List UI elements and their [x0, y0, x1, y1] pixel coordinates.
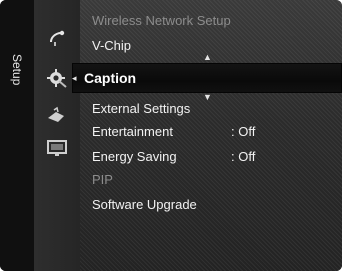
menu-item-wireless-network-setup[interactable]: Wireless Network Setup [92, 10, 231, 32]
setup-menu: Wireless Network Setup V-Chip ▲ ▼ Extern… [80, 0, 342, 271]
scroll-down-arrow[interactable]: ▼ [203, 92, 212, 102]
selected-left-arrow: ◂ [72, 73, 77, 83]
menu-item-pip[interactable]: PIP [92, 169, 113, 191]
menu-item-energy-saving[interactable]: Energy Saving [92, 146, 177, 168]
tv-menu: Setup Wireless Network Setup V-Chip ▲ ▼ … [0, 0, 342, 271]
satellite-dish-icon[interactable] [45, 28, 69, 48]
setup-tab[interactable]: Setup [0, 0, 34, 271]
menu-item-software-upgrade[interactable]: Software Upgrade [92, 194, 197, 216]
input-icon[interactable] [45, 106, 69, 126]
setup-tab-label: Setup [10, 54, 24, 86]
menu-item-v-chip[interactable]: V-Chip [92, 35, 131, 57]
icon-column [34, 0, 80, 271]
entertainment-value: : Off [231, 124, 256, 139]
selected-row[interactable]: ◂ Caption [72, 63, 342, 93]
menu-item-caption[interactable]: Caption [84, 63, 136, 93]
monitor-icon[interactable] [45, 138, 69, 158]
scroll-up-arrow[interactable]: ▲ [203, 52, 212, 62]
menu-item-entertainment[interactable]: Entertainment [92, 121, 173, 143]
menu-screen: Setup Wireless Network Setup V-Chip ▲ ▼ … [0, 0, 342, 271]
gear-icon[interactable] [45, 68, 69, 88]
energy-saving-value: : Off [231, 149, 256, 164]
menu-item-external-settings[interactable]: External Settings [92, 98, 190, 120]
